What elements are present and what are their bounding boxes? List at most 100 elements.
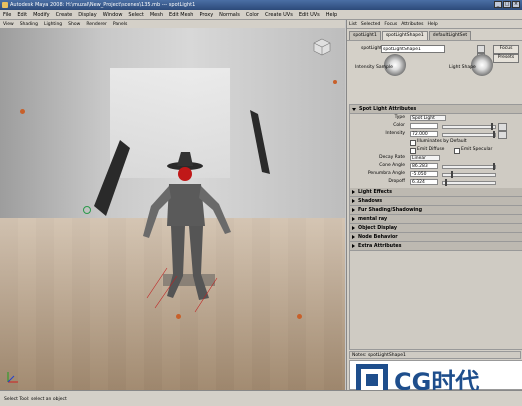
section-fur-shading-shadowing[interactable]: Fur Shading/Shadowing xyxy=(350,206,522,215)
menu-edit-mesh[interactable]: Edit Mesh xyxy=(166,12,196,18)
attr-editor-tabs: spotLight1 spotLightShape1 defaultLightSet xyxy=(347,31,522,40)
collapse-arrow-icon xyxy=(352,190,355,194)
viewport-menu-lighting[interactable]: Lighting xyxy=(41,22,65,27)
light-locator-center[interactable] xyxy=(176,314,181,319)
menu-create[interactable]: Create xyxy=(53,12,76,18)
tab-spotlight1[interactable]: spotLight1 xyxy=(349,31,381,40)
section-light-effects[interactable]: Light Effects xyxy=(350,188,522,197)
collapse-arrow-icon xyxy=(352,235,355,239)
emit-diffuse-checkbox[interactable] xyxy=(410,147,416,154)
collapse-arrow-icon xyxy=(352,217,355,221)
section-shadows[interactable]: Shadows xyxy=(350,197,522,206)
viewport-menu-renderer[interactable]: Renderer xyxy=(83,22,110,27)
attr-menu-selected[interactable]: Selected xyxy=(359,22,383,27)
maya-app-icon xyxy=(2,2,8,8)
light-locator-top-right[interactable] xyxy=(333,80,337,84)
view-cube-icon[interactable] xyxy=(313,38,331,56)
intensity-slider[interactable] xyxy=(442,131,496,138)
penumbra-slider[interactable] xyxy=(442,171,496,178)
menu-create-uvs[interactable]: Create UVs xyxy=(262,12,296,18)
title-bar: Autodesk Maya 2008: H:\muzal\New_Project… xyxy=(0,0,522,10)
dropoff-field[interactable]: 6.324 xyxy=(410,178,438,185)
menu-modify[interactable]: Modify xyxy=(30,12,53,18)
viewport-menu-show[interactable]: Show xyxy=(65,22,83,27)
cone-angle-slider[interactable] xyxy=(442,163,496,170)
illuminates-checkbox[interactable] xyxy=(410,139,416,146)
section-object-display[interactable]: Object Display xyxy=(350,224,522,233)
attr-menu-focus[interactable]: Focus xyxy=(382,22,399,27)
light-shape-label: Light Shape xyxy=(449,65,476,70)
emit-specular-checkbox[interactable] xyxy=(454,147,460,154)
maximize-button[interactable]: □ xyxy=(503,1,511,8)
section-spot-light-attributes[interactable]: Spot Light Attributes xyxy=(350,105,522,114)
menu-help[interactable]: Help xyxy=(323,12,340,18)
pivot-marker[interactable] xyxy=(83,206,91,214)
illuminates-label: Illuminates by Default xyxy=(417,139,467,144)
attr-menu-help[interactable]: Help xyxy=(425,22,439,27)
area-light-plane-right[interactable] xyxy=(244,108,274,178)
color-label: Color xyxy=(393,123,405,128)
viewport-menu-shading[interactable]: Shading xyxy=(17,22,41,27)
attr-editor-menu: List Selected Focus Attributes Help xyxy=(347,20,522,29)
light-locator-right[interactable] xyxy=(297,314,302,319)
viewport-menu-panels[interactable]: Panels xyxy=(110,22,130,27)
attr-menu-list[interactable]: List xyxy=(347,22,359,27)
menu-display[interactable]: Display xyxy=(75,12,99,18)
expand-arrow-icon xyxy=(352,107,356,111)
color-swatch[interactable] xyxy=(410,122,438,129)
go-to-input-icon[interactable] xyxy=(477,45,485,53)
node-name-field[interactable] xyxy=(381,45,445,53)
collapse-arrow-icon xyxy=(352,226,355,230)
menu-normals[interactable]: Normals xyxy=(216,12,243,18)
section-extra-attributes[interactable]: Extra Attributes xyxy=(350,242,522,251)
attribute-editor: List Selected Focus Attributes Help spotLigh… xyxy=(346,20,522,390)
menu-file[interactable]: File xyxy=(0,12,14,18)
attribute-sections: Spot Light Attributes Type Spot Light Co… xyxy=(349,104,522,350)
intensity-sample-label: Intensity Sample xyxy=(355,65,393,70)
tab-defaultlightset[interactable]: defaultLightSet xyxy=(428,31,472,40)
minimize-button[interactable]: _ xyxy=(494,1,502,8)
viewport-3d[interactable] xyxy=(0,28,345,390)
axis-gizmo-icon xyxy=(7,372,18,383)
emit-specular-label: Emit Specular xyxy=(461,147,493,152)
cone-angle-field[interactable]: 86.283 xyxy=(410,162,438,169)
area-light-plane-left[interactable] xyxy=(92,138,132,218)
tab-spotlightshape1[interactable]: spotLightShape1 xyxy=(381,31,428,40)
emit-diffuse-label: Emit Diffuse xyxy=(417,147,445,152)
intensity-label: Intensity xyxy=(385,131,405,136)
status-bar: Select Tool: select an object xyxy=(0,390,522,406)
collapse-arrow-icon xyxy=(352,244,355,248)
character-model[interactable] xyxy=(137,148,237,318)
viewport-menu-view[interactable]: View xyxy=(0,22,17,27)
notes-label: Notes: spotLightShape1 xyxy=(349,351,521,359)
window-title: Autodesk Maya 2008: H:\muzal\New_Project… xyxy=(10,2,196,8)
attr-editor-header: spotLight: Focus Presets Intensity Sampl… xyxy=(347,40,522,85)
type-dropdown[interactable]: Spot Light xyxy=(410,114,446,121)
light-locator-left[interactable] xyxy=(20,109,25,114)
main-menubar: File Edit Modify Create Display Window Select M… xyxy=(0,10,522,20)
dropoff-slider[interactable] xyxy=(442,179,496,186)
penumbra-field[interactable]: -5.050 xyxy=(410,170,438,177)
dropoff-label: Dropoff xyxy=(388,179,405,184)
type-label: Type xyxy=(394,115,405,120)
menu-window[interactable]: Window xyxy=(100,12,126,18)
cone-label: Cone Angle xyxy=(379,163,405,168)
menu-proxy[interactable]: Proxy xyxy=(196,12,216,18)
menu-edit[interactable]: Edit xyxy=(14,12,30,18)
status-text: Select Tool: select an object xyxy=(4,397,67,402)
menu-mesh[interactable]: Mesh xyxy=(147,12,166,18)
menu-color[interactable]: Color xyxy=(243,12,262,18)
decay-dropdown[interactable]: Linear xyxy=(410,154,440,161)
menu-edit-uvs[interactable]: Edit UVs xyxy=(296,12,323,18)
color-slider[interactable] xyxy=(442,123,496,130)
focus-button[interactable]: Focus xyxy=(493,45,519,54)
attr-menu-attributes[interactable]: Attributes xyxy=(399,22,425,27)
collapse-arrow-icon xyxy=(352,199,355,203)
penumbra-label: Penumbra Angle xyxy=(367,171,405,176)
close-button[interactable]: × xyxy=(512,1,520,8)
menu-select[interactable]: Select xyxy=(125,12,146,18)
intensity-field[interactable]: 72.000 xyxy=(410,130,438,137)
section-mental-ray[interactable]: mental ray xyxy=(350,215,522,224)
presets-button[interactable]: Presets xyxy=(493,54,519,63)
section-node-behavior[interactable]: Node Behavior xyxy=(350,233,522,242)
